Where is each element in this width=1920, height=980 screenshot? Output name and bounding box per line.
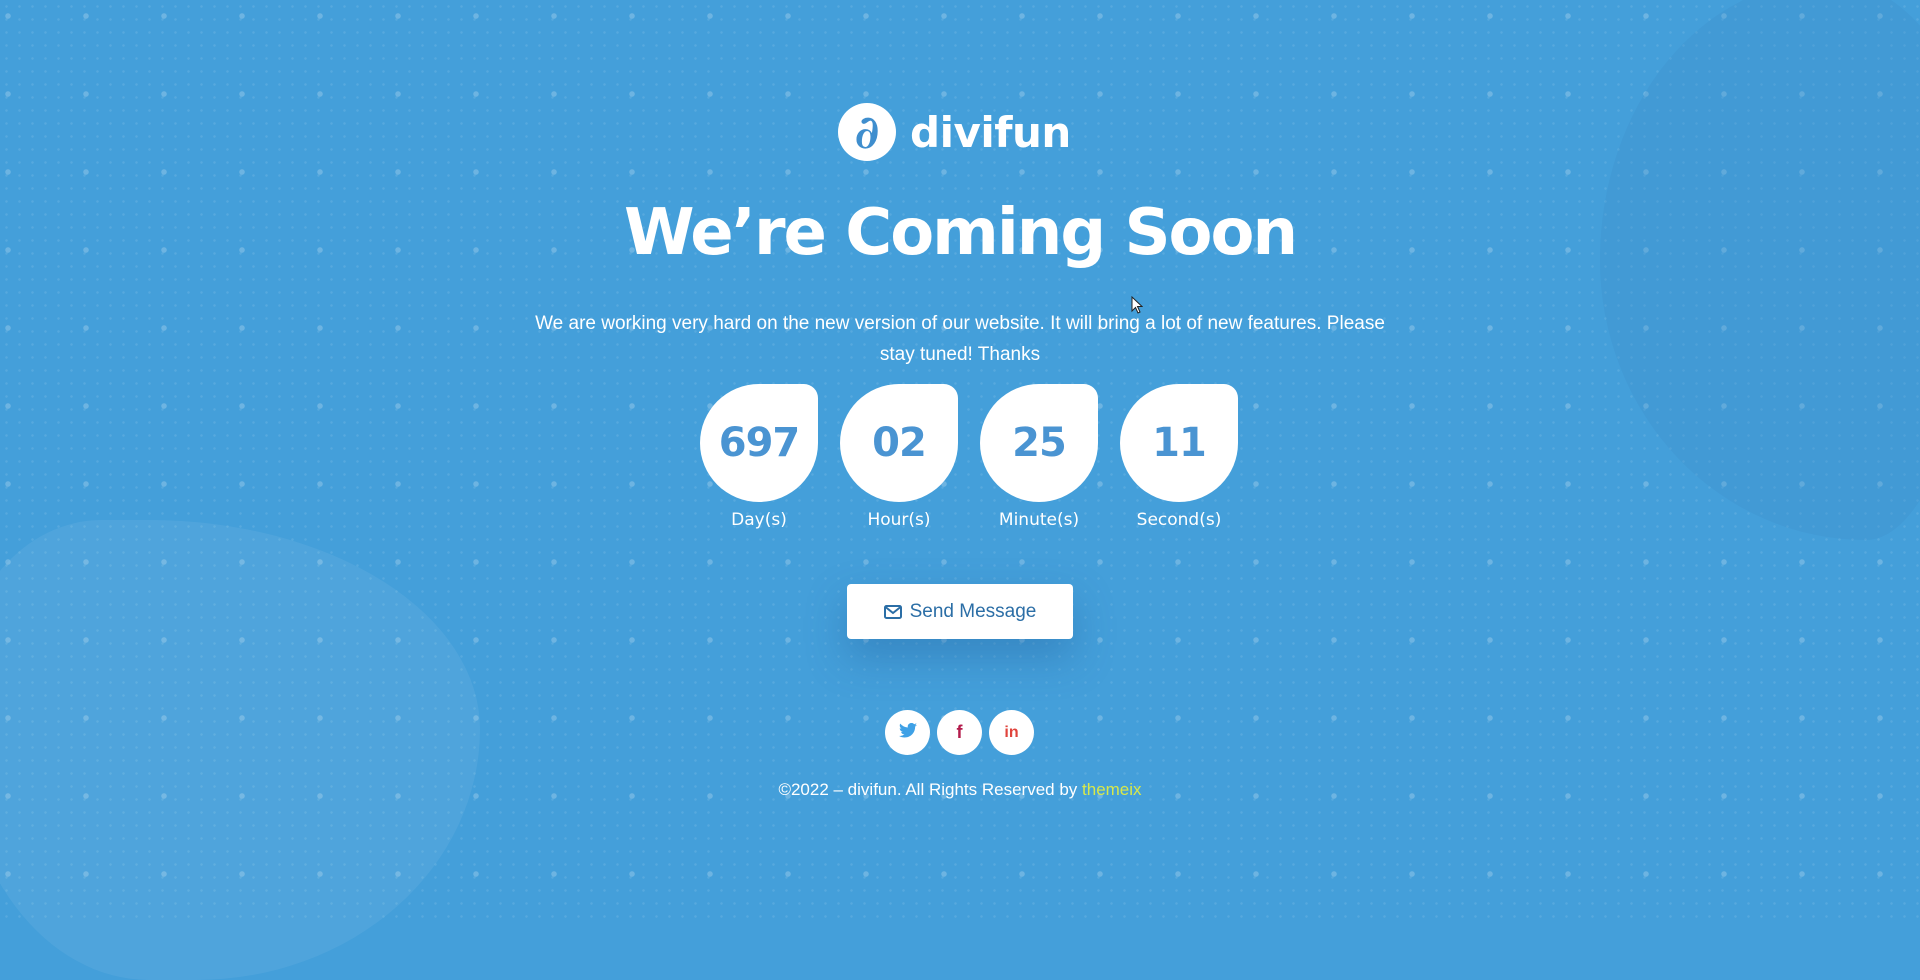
logo-mark-icon: ∂	[838, 103, 896, 161]
countdown-days-value: 697	[700, 384, 818, 502]
envelope-icon	[883, 604, 902, 619]
facebook-icon: f	[956, 722, 963, 742]
themeix-link[interactable]: themeix	[1082, 780, 1142, 799]
brand-name: divifun	[910, 107, 1071, 157]
background-blob-left	[0, 520, 480, 980]
countdown-timer: 697 Day(s) 02 Hour(s) 25 Minute(s) 11 Se…	[700, 384, 1260, 530]
countdown-seconds-value: 11	[1120, 384, 1238, 502]
copyright-text: ©2022 – divifun. All Rights Reserved by	[778, 780, 1083, 799]
twitter-icon	[898, 722, 917, 743]
countdown-hours-label: Hour(s)	[867, 510, 931, 530]
facebook-link[interactable]: f	[937, 710, 982, 755]
countdown-minutes-value: 25	[980, 384, 1098, 502]
send-message-button[interactable]: Send Message	[847, 584, 1073, 639]
background-blob-right	[1600, 0, 1920, 540]
footer: ©2022 – divifun. All Rights Reserved by …	[0, 780, 1920, 800]
send-message-label: Send Message	[909, 600, 1037, 622]
countdown-hours-value: 02	[840, 384, 958, 502]
social-links: f in	[885, 710, 1034, 755]
brand-logo[interactable]: ∂ divifun	[838, 103, 1071, 161]
linkedin-icon: in	[1004, 723, 1019, 741]
intro-text: We are working very hard on the new vers…	[535, 313, 1385, 365]
countdown-minutes: 25 Minute(s)	[980, 384, 1120, 530]
countdown-hours: 02 Hour(s)	[840, 384, 980, 530]
countdown-seconds-label: Second(s)	[1136, 510, 1222, 530]
countdown-seconds: 11 Second(s)	[1120, 384, 1260, 530]
page-title: We’re Coming Soon	[623, 196, 1298, 270]
countdown-days-label: Day(s)	[731, 510, 787, 530]
countdown-minutes-label: Minute(s)	[998, 510, 1080, 530]
twitter-link[interactable]	[885, 710, 930, 755]
countdown-days: 697 Day(s)	[700, 384, 840, 530]
linkedin-link[interactable]: in	[989, 710, 1034, 755]
